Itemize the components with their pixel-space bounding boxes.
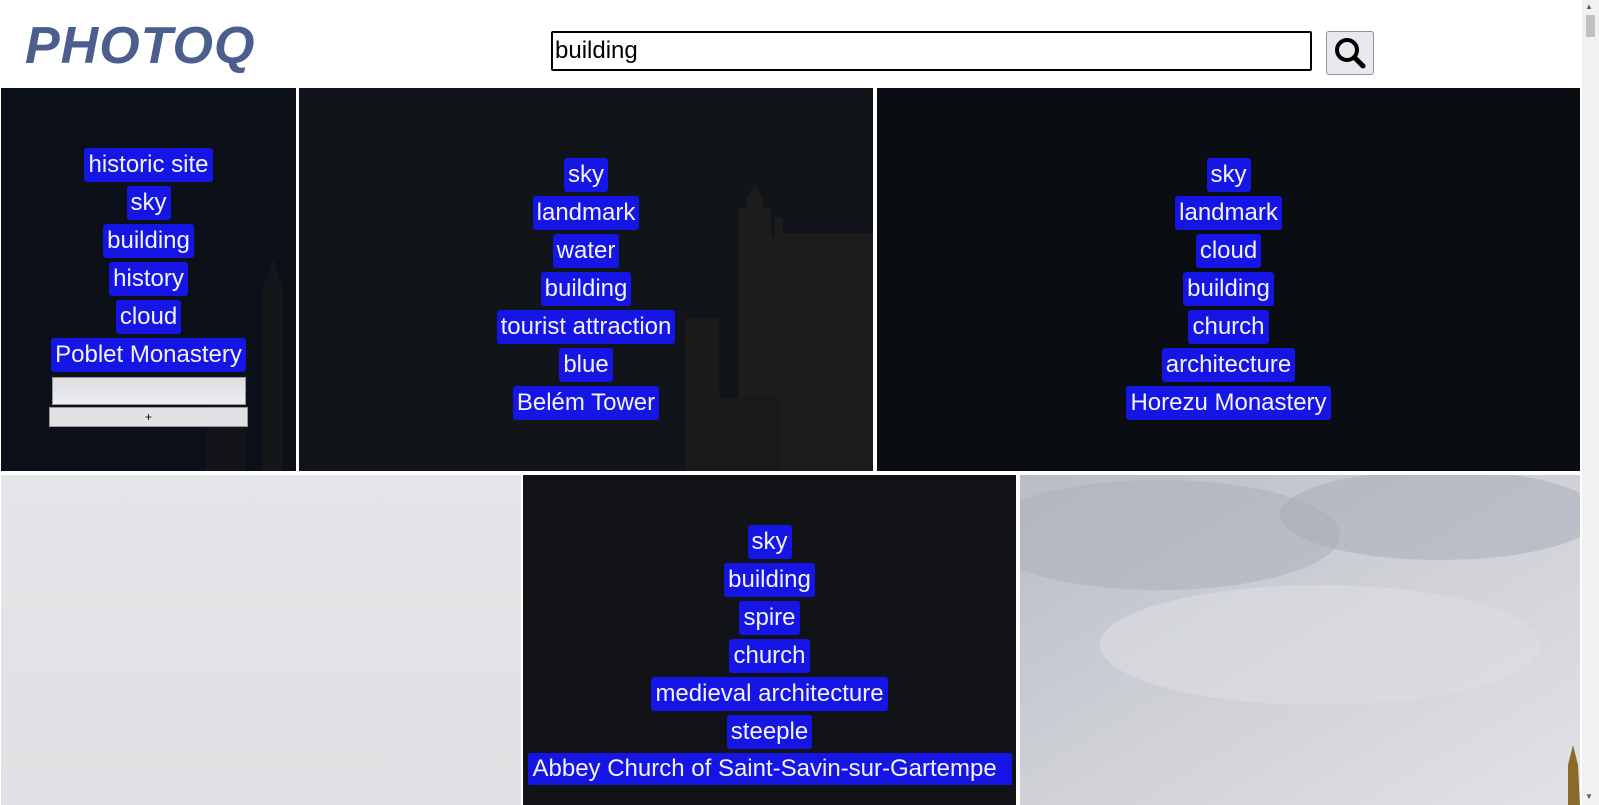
tag[interactable]: building <box>540 272 632 306</box>
tag[interactable]: Abbey Church of Saint-Savin-sur-Gartempe <box>527 753 1012 785</box>
search-input[interactable] <box>551 31 1312 71</box>
tag[interactable]: sky <box>1206 158 1251 192</box>
tag[interactable]: tourist attraction <box>496 310 676 344</box>
scroll-up-icon[interactable]: ▲ <box>1585 2 1593 12</box>
scrollbar[interactable]: ▲ ▼ <box>1582 0 1599 805</box>
tag[interactable]: historic site <box>84 148 213 182</box>
tag[interactable]: history <box>109 262 188 296</box>
tag[interactable]: sky <box>747 525 792 559</box>
tag[interactable]: water <box>552 234 620 268</box>
header: PHOTOQ <box>0 0 1582 86</box>
tag[interactable]: cloud <box>115 300 182 334</box>
tag[interactable]: building <box>103 224 194 258</box>
photo-image <box>1020 475 1580 805</box>
tag[interactable]: church <box>729 639 810 673</box>
tag[interactable]: architecture <box>1161 348 1296 382</box>
tag[interactable]: building <box>1183 272 1274 306</box>
tag[interactable]: sky <box>126 186 171 220</box>
photo-tile-sky[interactable] <box>1 475 521 805</box>
photo-image <box>1 475 521 805</box>
new-tag-input[interactable] <box>51 377 246 405</box>
photo-tile-horezu[interactable]: sky landmark cloud building church archi… <box>877 88 1580 471</box>
photo-tile-poblet[interactable]: historic site sky building history cloud… <box>1 88 296 471</box>
scroll-down-icon[interactable]: ▼ <box>1585 792 1593 802</box>
tag[interactable]: cloud <box>1195 234 1262 268</box>
tag[interactable]: medieval architecture <box>651 677 888 711</box>
tag[interactable]: blue <box>559 348 613 382</box>
tag[interactable]: church <box>1188 310 1269 344</box>
search-button[interactable] <box>1326 31 1374 75</box>
tag[interactable]: Horezu Monastery <box>1126 386 1331 420</box>
tag[interactable]: steeple <box>726 715 813 749</box>
photo-tile-clouds[interactable] <box>1020 475 1580 805</box>
tag[interactable]: landmark <box>532 196 640 230</box>
tag[interactable]: building <box>724 563 815 597</box>
tag[interactable]: Poblet Monastery <box>51 338 246 372</box>
tag[interactable]: sky <box>564 158 608 192</box>
tag[interactable]: Belém Tower <box>512 386 660 420</box>
photo-tile-belem[interactable]: sky landmark water building tourist attr… <box>299 88 873 471</box>
add-tag-button[interactable]: + <box>49 407 248 427</box>
app-logo[interactable]: PHOTOQ <box>25 16 255 76</box>
tag[interactable]: landmark <box>1175 196 1282 230</box>
tag[interactable]: spire <box>739 601 800 635</box>
scrollbar-thumb[interactable] <box>1586 15 1595 37</box>
photo-tile-saint-savin[interactable]: sky building spire church medieval archi… <box>523 475 1016 805</box>
magnifier-icon <box>1335 38 1366 69</box>
